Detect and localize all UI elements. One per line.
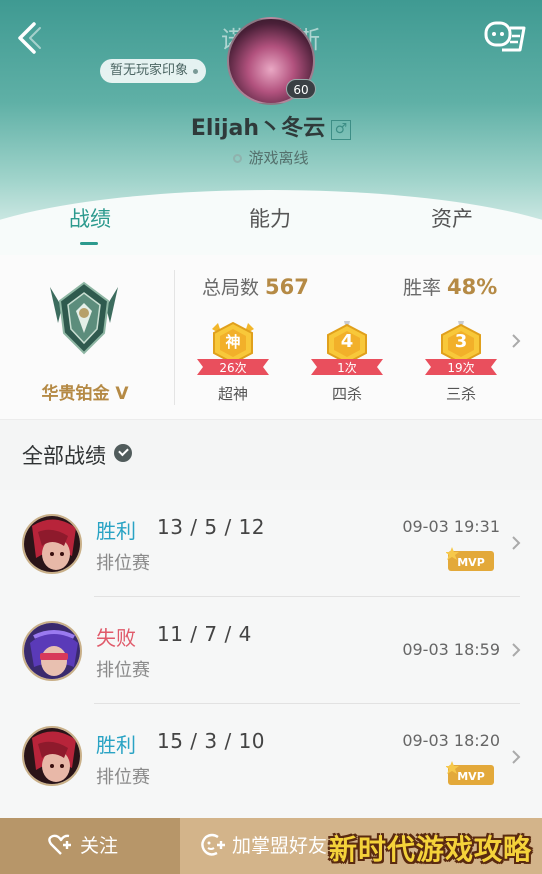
- mvp-label: MVP: [457, 556, 485, 569]
- medal-godlike: 神 26次 超神: [193, 313, 273, 409]
- match-result: 胜利: [96, 519, 136, 543]
- dot-icon: [193, 69, 199, 74]
- win-rate-label: 胜率: [403, 277, 442, 299]
- hero-avatar: [22, 514, 82, 574]
- medal-label: 三杀: [445, 385, 476, 403]
- profile-header: 诺克萨斯 60 暂无玩家印象 Elijah丶冬云♂ 游戏离线 战绩 能力 资产: [0, 0, 542, 255]
- tab-record[interactable]: 战绩: [0, 203, 180, 233]
- rank-name: 华贵铂金 V: [41, 384, 129, 404]
- chevron-right-icon: [512, 536, 521, 550]
- medal-symbol: 3: [454, 331, 468, 352]
- medal-count: 1次: [337, 361, 357, 375]
- impression-label: 暂无玩家印象: [110, 63, 189, 78]
- impression-tag[interactable]: 暂无玩家印象: [100, 59, 207, 83]
- match-row[interactable]: 胜利 13 / 5 / 12 排位赛 09-03 19:31 MVP: [0, 490, 542, 597]
- match-time: 09-03 18:59: [402, 640, 500, 659]
- mvp-badge-icon: MVP: [446, 547, 494, 571]
- tab-ability[interactable]: 能力: [180, 203, 360, 233]
- player-name: Elijah丶冬云 ♂: [0, 110, 542, 142]
- match-result: 失败: [96, 626, 136, 650]
- online-status: 游戏离线: [0, 147, 542, 168]
- match-row[interactable]: 胜利 15 / 3 / 10 排位赛 09-03 18:20 MVP: [0, 704, 542, 811]
- follow-label: 关注: [80, 835, 119, 857]
- add-friend-label: 加掌盟好友: [232, 835, 328, 857]
- medal-symbol: 神: [225, 333, 241, 351]
- tab-bar: 战绩 能力 资产: [0, 195, 542, 251]
- match-mode: 排位赛: [96, 553, 150, 574]
- mvp-label: MVP: [457, 770, 485, 783]
- smile-plus-icon: [201, 833, 225, 856]
- platinum-rank-icon: [50, 281, 118, 355]
- win-rate: 胜率 48%: [403, 273, 497, 300]
- dropdown-check-icon: [114, 444, 132, 462]
- match-row[interactable]: 失败 11 / 7 / 4 排位赛 09-03 18:59: [0, 597, 542, 704]
- match-mode: 排位赛: [96, 660, 150, 681]
- hero-portrait-icon: [24, 516, 80, 572]
- male-icon: ♂: [331, 120, 352, 140]
- add-friend-button[interactable]: 加掌盟好友: [200, 818, 327, 874]
- medal-triple: 3 19次 三杀: [421, 313, 501, 409]
- status-text: 游戏离线: [248, 149, 309, 167]
- player-name-text: Elijah丶冬云: [190, 116, 326, 141]
- all-records-filter[interactable]: 全部战绩: [22, 440, 132, 470]
- medal-label: 超神: [217, 385, 248, 403]
- watermark: 新时代游戏攻略: [328, 833, 532, 866]
- medal-quadra: 4 1次 四杀: [307, 313, 387, 409]
- match-result: 胜利: [96, 733, 136, 757]
- chevron-right-icon: [512, 643, 521, 657]
- match-kda: 13 / 5 / 12: [157, 515, 266, 539]
- match-kda: 15 / 3 / 10: [157, 729, 266, 753]
- divider: [174, 270, 175, 405]
- section-title: 全部战绩: [22, 444, 106, 468]
- match-mode: 排位赛: [96, 767, 150, 788]
- player-avatar[interactable]: 60: [227, 17, 316, 105]
- heart-plus-icon: [48, 834, 71, 855]
- mvp-badge-icon: MVP: [446, 761, 494, 785]
- status-dot-icon: [233, 154, 243, 163]
- hero-portrait-icon: [24, 623, 80, 679]
- match-kda: 11 / 7 / 4: [157, 622, 252, 646]
- total-games: 总局数 567: [202, 273, 309, 300]
- follow-button[interactable]: 关注: [48, 818, 118, 874]
- medal-count: 26次: [219, 361, 247, 375]
- chevron-right-icon[interactable]: [510, 333, 522, 349]
- chevron-right-icon: [512, 750, 521, 764]
- medal-label: 四杀: [331, 385, 362, 403]
- win-rate-value: 48%: [447, 275, 498, 299]
- medal-symbol: 4: [340, 331, 354, 352]
- stats-card[interactable]: 华贵铂金 V 总局数 567 胜率 48% 神 26次 超神 4 1次 四杀 3…: [0, 255, 542, 420]
- total-games-label: 总局数: [202, 277, 260, 299]
- match-time: 09-03 18:20: [402, 731, 500, 750]
- tab-assets[interactable]: 资产: [362, 203, 542, 233]
- medal-count: 19次: [447, 361, 475, 375]
- tab-indicator: [80, 242, 98, 245]
- hero-avatar: [22, 726, 82, 786]
- hero-avatar: [22, 621, 82, 681]
- total-games-value: 567: [265, 275, 309, 299]
- level-badge: 60: [286, 79, 316, 99]
- hero-portrait-icon: [24, 728, 80, 784]
- match-time: 09-03 19:31: [402, 517, 500, 536]
